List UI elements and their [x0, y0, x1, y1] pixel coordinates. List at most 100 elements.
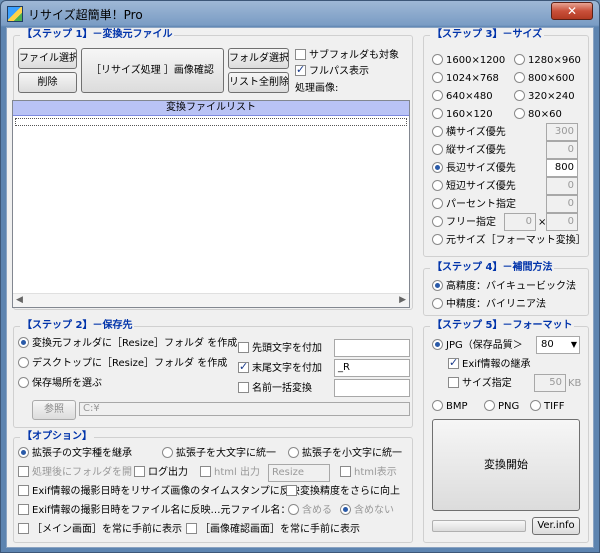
main-front-box[interactable]: [18, 523, 29, 534]
title-bar[interactable]: リサイズ超簡単！Pro ✕: [1, 1, 599, 27]
long-priority-radio[interactable]: 長辺サイズ優先: [432, 162, 516, 175]
log-box[interactable]: [134, 466, 145, 477]
save-choose-radio[interactable]: 保存場所を選ぶ: [18, 377, 102, 390]
exif-inherit-box[interactable]: [448, 356, 459, 369]
bilinear-radio[interactable]: 中精度：バイリニア法: [432, 298, 546, 311]
size-1600-radio[interactable]: 1600×1200: [432, 54, 505, 67]
width-priority-dot[interactable]: [432, 126, 443, 137]
precision-checkbox[interactable]: 変換精度をさらに向上: [286, 485, 400, 498]
rename-checkbox[interactable]: 名前一括変換: [238, 382, 312, 395]
precision-box[interactable]: [286, 485, 297, 496]
percent-dot[interactable]: [432, 198, 443, 209]
size-1280-dot[interactable]: [514, 54, 525, 65]
horizontal-scrollbar[interactable]: ◀ ▶: [13, 293, 409, 307]
bmp-dot[interactable]: [432, 400, 443, 411]
width-priority-radio[interactable]: 横サイズ優先: [432, 126, 506, 139]
html-view-checkbox[interactable]: html表示: [340, 466, 397, 479]
size-spec-box[interactable]: [448, 377, 459, 388]
folder-select-button[interactable]: フォルダ選択: [228, 48, 289, 69]
bicubic-dot[interactable]: [432, 280, 443, 291]
start-conversion-button[interactable]: 変換開始: [432, 419, 580, 511]
fullpath-box[interactable]: [295, 63, 306, 76]
keep-ext-dot[interactable]: [18, 447, 29, 458]
rename-input[interactable]: [334, 379, 410, 397]
confirm-front-box[interactable]: [186, 523, 197, 534]
file-select-button[interactable]: ファイル選択: [18, 48, 77, 69]
bmp-radio[interactable]: BMP: [432, 400, 468, 413]
size-320-radio[interactable]: 320×240: [514, 90, 575, 103]
browse-button[interactable]: 参照: [32, 400, 76, 420]
size-80-radio[interactable]: 80×60: [514, 108, 562, 121]
short-input[interactable]: 0: [546, 177, 578, 195]
log-checkbox[interactable]: ログ出力: [134, 466, 188, 479]
ext-lower-dot[interactable]: [288, 447, 299, 458]
jpg-radio[interactable]: JPG（保存品質＞: [432, 339, 523, 352]
size-640-radio[interactable]: 640×480: [432, 90, 493, 103]
fullpath-checkbox[interactable]: フルパス表示: [295, 63, 369, 78]
size-1280-radio[interactable]: 1280×960: [514, 54, 581, 67]
percent-input[interactable]: 0: [546, 195, 578, 213]
png-dot[interactable]: [484, 400, 495, 411]
save-source-dot[interactable]: [18, 337, 29, 348]
size-1024-dot[interactable]: [432, 72, 443, 83]
size-800-radio[interactable]: 800×600: [514, 72, 575, 85]
exif-inherit-checkbox[interactable]: Exif情報の継承: [448, 356, 531, 371]
size-1024-radio[interactable]: 1024×768: [432, 72, 499, 85]
original-size-radio[interactable]: 元サイズ［フォーマット変換］: [432, 234, 586, 247]
tiff-radio[interactable]: TIFF: [530, 400, 565, 413]
bicubic-radio[interactable]: 高精度：バイキュービック法: [432, 280, 576, 293]
size-320-dot[interactable]: [514, 90, 525, 101]
width-input[interactable]: 300: [546, 123, 578, 141]
free-radio[interactable]: フリー指定: [432, 216, 496, 229]
list-focus-row[interactable]: [15, 118, 407, 126]
long-priority-dot[interactable]: [432, 162, 443, 173]
version-info-button[interactable]: Ver.info: [532, 517, 580, 535]
free-height-input[interactable]: 0: [546, 213, 578, 231]
confirm-front-checkbox[interactable]: ［画像確認画面］を常に手前に表示: [186, 523, 360, 536]
save-path-field[interactable]: C:¥: [79, 402, 410, 416]
height-priority-radio[interactable]: 縦サイズ優先: [432, 144, 506, 157]
jpg-dot[interactable]: [432, 339, 443, 350]
suffix-input[interactable]: _R: [334, 359, 410, 377]
exif-filename-box[interactable]: [18, 504, 29, 515]
size-80-dot[interactable]: [514, 108, 525, 119]
height-input[interactable]: 0: [546, 141, 578, 159]
save-source-radio[interactable]: 変換元フォルダに［Resize］フォルダ を作成: [18, 337, 237, 350]
size-spec-checkbox[interactable]: サイズ指定: [448, 377, 512, 390]
exif-filename-checkbox[interactable]: Exif情報の撮影日時をファイル名に反映…元ファイル名：: [18, 504, 291, 517]
ext-upper-dot[interactable]: [162, 447, 173, 458]
main-front-checkbox[interactable]: ［メイン画面］を常に手前に表示: [18, 523, 182, 536]
close-button[interactable]: ✕: [551, 2, 593, 20]
png-radio[interactable]: PNG: [484, 400, 519, 413]
delete-button[interactable]: 削除: [18, 72, 77, 93]
suffix-box[interactable]: [238, 360, 249, 373]
image-confirm-button[interactable]: ［リサイズ処理 ］画像確認: [81, 48, 224, 93]
html-output-box[interactable]: [200, 466, 211, 477]
exif-timestamp-box[interactable]: [18, 485, 29, 496]
include-radio[interactable]: 含める: [288, 504, 332, 517]
dropdown-arrow-icon[interactable]: ▼: [571, 337, 577, 353]
exclude-dot[interactable]: [340, 504, 351, 515]
ext-upper-radio[interactable]: 拡張子を大文字に統一: [162, 447, 276, 460]
save-desktop-radio[interactable]: デスクトップに［Resize］フォルダ を作成: [18, 357, 227, 370]
html-name-input[interactable]: Resize: [268, 464, 330, 482]
size-1600-dot[interactable]: [432, 54, 443, 65]
long-input[interactable]: 800: [546, 159, 578, 177]
suffix-checkbox[interactable]: 末尾文字を付加: [238, 360, 322, 375]
save-choose-dot[interactable]: [18, 377, 29, 388]
size-160-radio[interactable]: 160×120: [432, 108, 493, 121]
size-160-dot[interactable]: [432, 108, 443, 119]
size-800-dot[interactable]: [514, 72, 525, 83]
free-width-input[interactable]: 0: [504, 213, 536, 231]
quality-select[interactable]: 80 ▼: [536, 336, 580, 354]
free-dot[interactable]: [432, 216, 443, 227]
height-priority-dot[interactable]: [432, 144, 443, 155]
keep-ext-radio[interactable]: 拡張子の文字種を継承: [18, 447, 132, 460]
file-list[interactable]: 変換ファイルリスト ◀ ▶: [12, 100, 410, 308]
subfolder-checkbox[interactable]: サブフォルダも対象: [295, 49, 399, 62]
scroll-right-icon[interactable]: ▶: [399, 295, 406, 305]
prefix-box[interactable]: [238, 342, 249, 353]
tiff-dot[interactable]: [530, 400, 541, 411]
size-640-dot[interactable]: [432, 90, 443, 101]
size-spec-input[interactable]: 50: [534, 374, 566, 392]
